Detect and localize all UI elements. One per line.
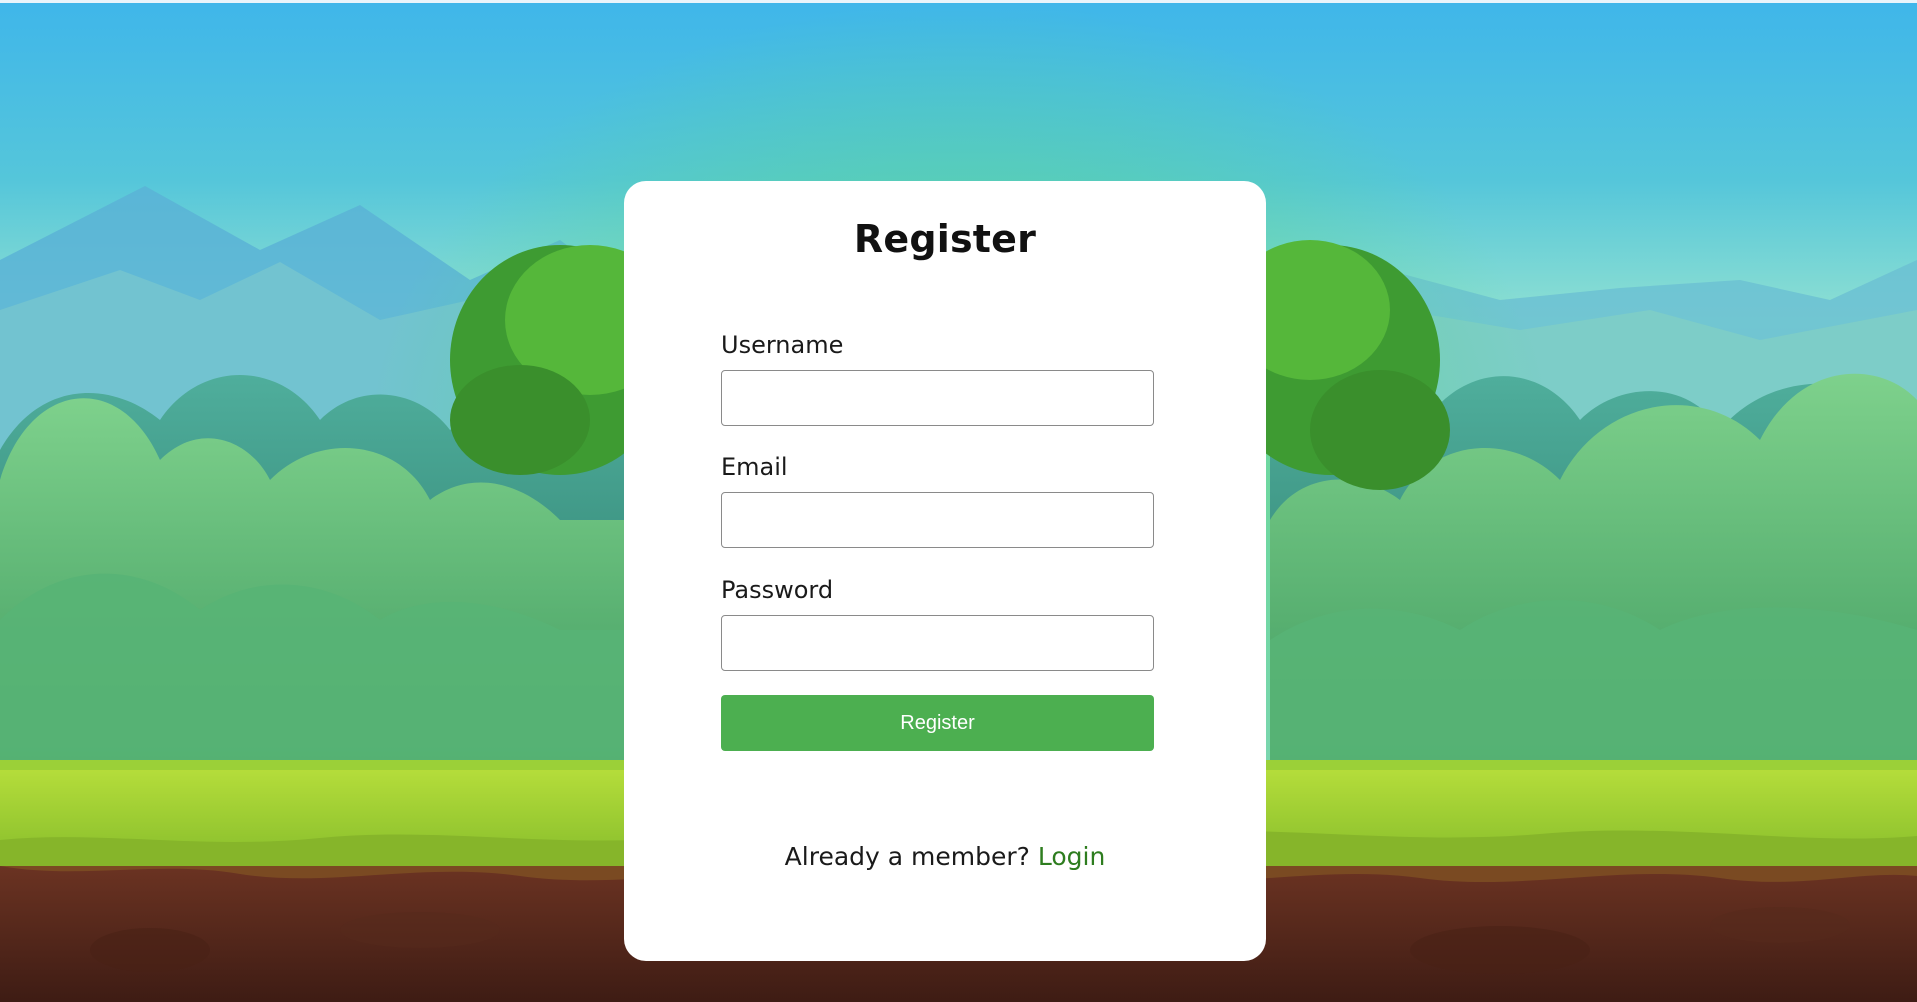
login-link[interactable]: Login: [1038, 842, 1105, 871]
username-label: Username: [721, 331, 844, 359]
email-input[interactable]: [721, 492, 1154, 548]
password-label: Password: [721, 576, 834, 604]
email-label: Email: [721, 453, 788, 481]
password-input[interactable]: [721, 615, 1154, 671]
login-prompt: Already a member? Login: [624, 842, 1266, 871]
register-card: Register Username Email Password Registe…: [624, 181, 1266, 961]
page-title: Register: [853, 217, 1037, 261]
register-button[interactable]: Register: [721, 695, 1154, 751]
login-prompt-text: Already a member?: [784, 842, 1030, 871]
username-input[interactable]: [721, 370, 1154, 426]
